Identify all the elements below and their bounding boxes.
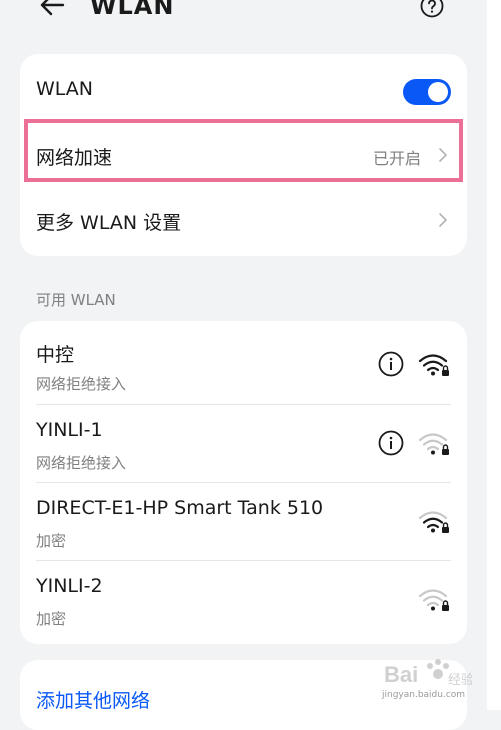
svg-text:经验: 经验 — [448, 672, 472, 688]
info-icon[interactable] — [378, 430, 404, 456]
available-wlan-header: 可用 WLAN — [36, 291, 116, 309]
network-name: YINLI-1 — [36, 419, 103, 441]
wifi-locked-icon — [418, 354, 449, 376]
right-edge — [487, 0, 501, 710]
back-arrow-icon[interactable] — [38, 0, 68, 20]
wlan-toggle-row[interactable]: WLAN — [20, 54, 467, 120]
switch-knob — [428, 82, 448, 102]
chevron-right-icon — [439, 213, 447, 227]
watermark-url: jingyan.baidu.com — [382, 690, 466, 700]
help-icon[interactable] — [420, 0, 444, 18]
highlight-box — [24, 119, 463, 182]
top-app-bar: WLAN — [0, 0, 487, 40]
network-name: YINLI-2 — [36, 575, 103, 597]
wifi-weak-locked-icon — [418, 433, 449, 455]
svg-text:Bai: Bai — [384, 662, 418, 687]
network-item[interactable]: DIRECT-E1-HP Smart Tank 510 加密 — [20, 483, 467, 561]
more-wlan-settings-label: 更多 WLAN 设置 — [36, 212, 182, 234]
wlan-switch[interactable] — [403, 79, 451, 105]
wlan-label: WLAN — [36, 78, 94, 100]
network-status: 网络拒绝接入 — [36, 375, 127, 393]
available-networks-card: 中控 网络拒绝接入 YINLI-1 网络拒绝接入 DIRECT-E1-HP Sm… — [20, 321, 467, 644]
network-item[interactable]: YINLI-1 网络拒绝接入 — [20, 405, 467, 483]
more-wlan-settings-row[interactable]: 更多 WLAN 设置 — [20, 188, 467, 254]
network-status: 加密 — [36, 532, 67, 550]
page-title: WLAN — [90, 0, 175, 20]
network-status: 加密 — [36, 610, 67, 628]
network-item[interactable]: YINLI-2 加密 — [20, 561, 467, 641]
network-name: DIRECT-E1-HP Smart Tank 510 — [36, 497, 324, 519]
wifi-medium-locked-icon — [418, 511, 449, 533]
network-item[interactable]: 中控 网络拒绝接入 — [20, 321, 467, 403]
info-icon[interactable] — [378, 351, 404, 377]
network-name: 中控 — [36, 344, 75, 366]
network-status: 网络拒绝接入 — [36, 454, 127, 472]
add-other-network-link[interactable]: 添加其他网络 — [36, 686, 150, 713]
wifi-weak-locked-icon — [418, 589, 449, 611]
